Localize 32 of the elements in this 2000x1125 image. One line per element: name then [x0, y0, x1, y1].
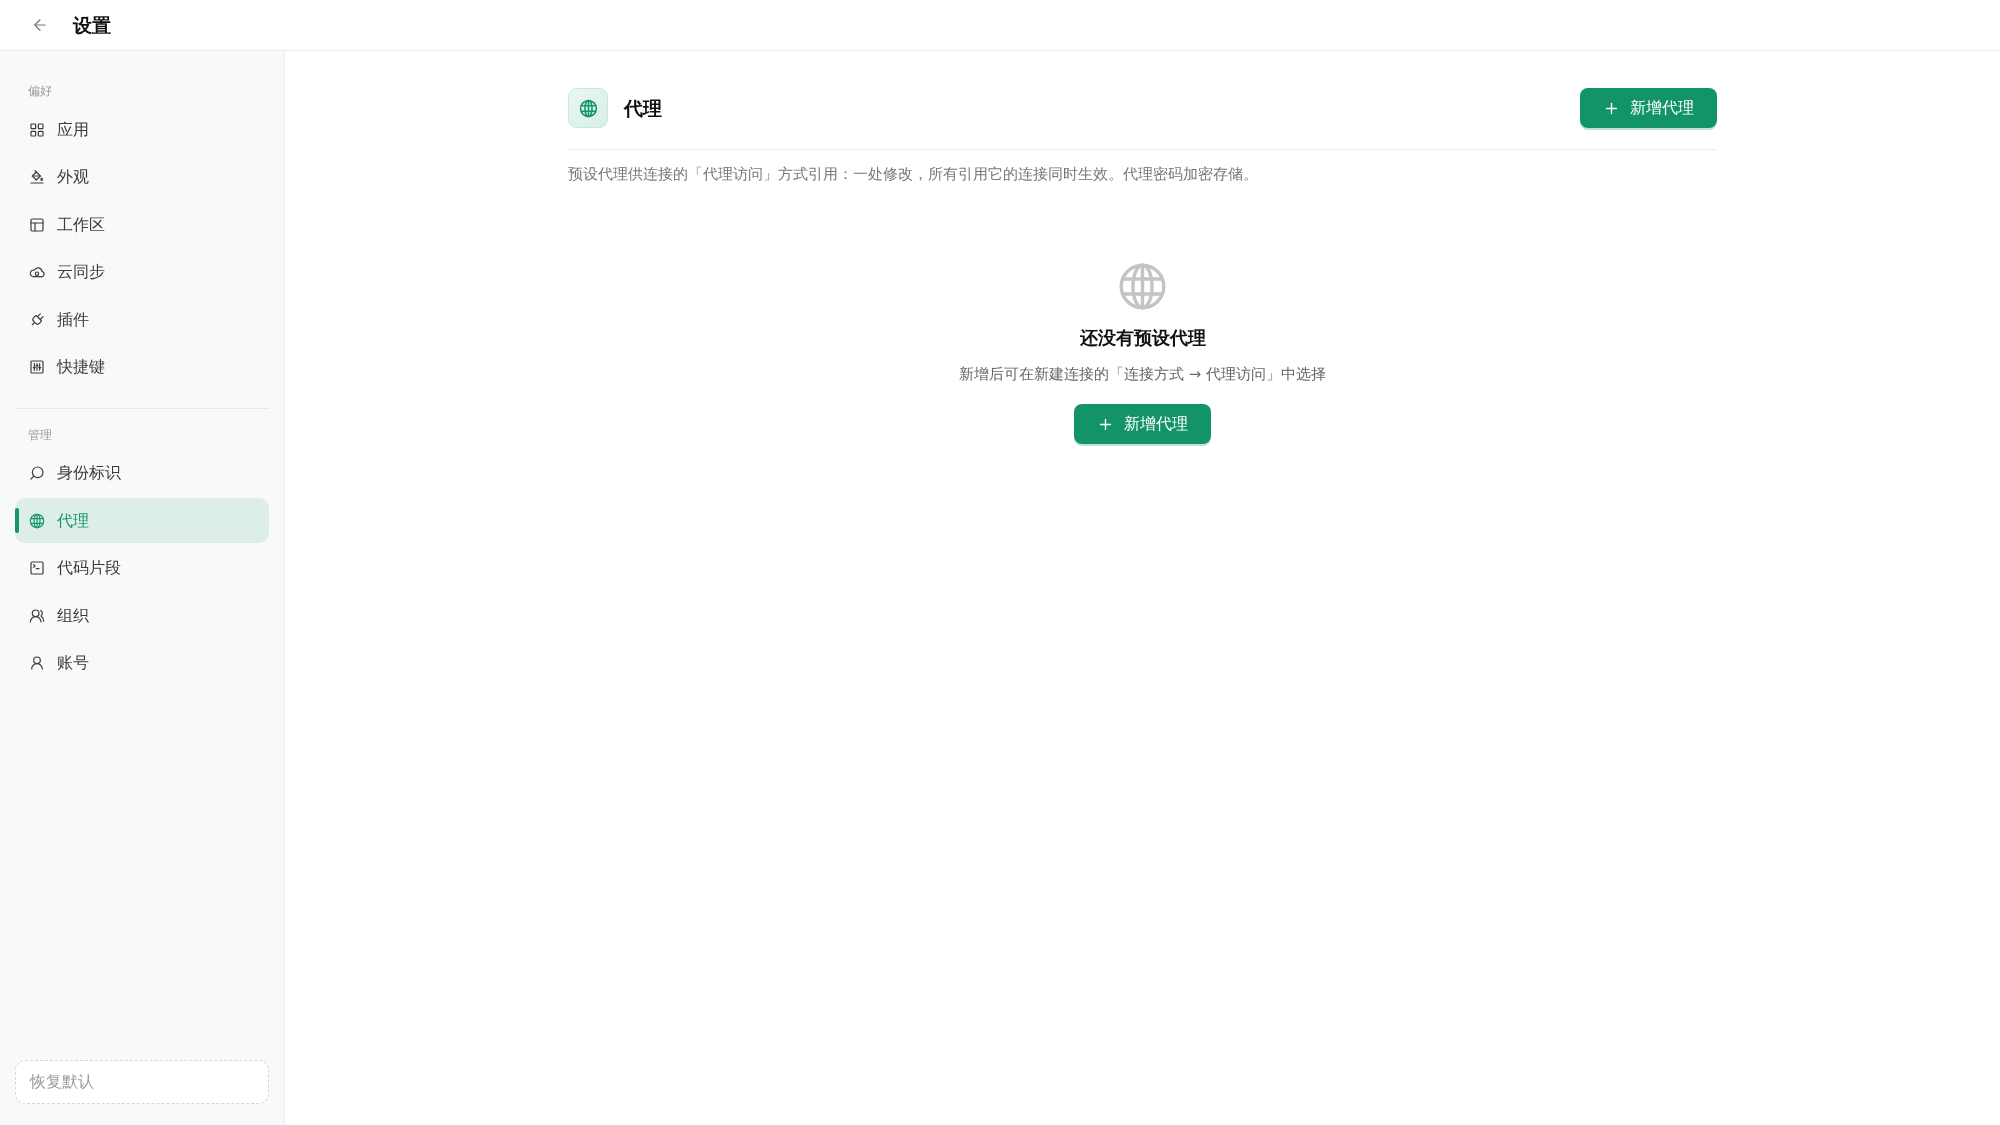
section-label: 偏好 — [27, 83, 53, 99]
people-icon — [29, 607, 45, 624]
globe-icon — [29, 512, 45, 529]
add-proxy-button[interactable]: 新增代理 — [1580, 88, 1717, 128]
page-description: 预设代理供连接的「代理访问」方式引用：一处修改，所有引用它的连接同时生效。代理密码加密存储。 — [568, 165, 1259, 184]
globe-icon — [1117, 261, 1168, 312]
sidebar-item[interactable]: 应用 — [15, 107, 269, 152]
sidebar-item[interactable]: 云同步 — [15, 249, 269, 295]
paint-bucket-icon — [29, 169, 45, 185]
globe-icon — [578, 98, 598, 118]
section-label: 管理 — [27, 426, 53, 443]
empty-state-hint: 新增后可在新建连接的「连接方式 → 代理访问」中选择 — [959, 365, 1326, 384]
magnifier-icon — [29, 465, 45, 481]
sidebar-item[interactable]: 账号 — [15, 640, 269, 686]
window-title: 设置 — [73, 12, 111, 38]
sidebar-item[interactable]: 工作区 — [15, 202, 269, 247]
page-title: 代理 — [624, 95, 662, 121]
sidebar-item[interactable]: 插件 — [15, 297, 269, 342]
sidebar-item[interactable]: 组织 — [15, 593, 269, 638]
grid-icon — [29, 121, 45, 138]
layout-icon — [29, 216, 45, 233]
sidebar-item[interactable]: 身份标识 — [15, 450, 269, 496]
add-proxy-button[interactable]: 新增代理 — [1074, 404, 1211, 444]
empty-state-title: 还没有预设代理 — [1079, 326, 1206, 350]
cloud-icon — [29, 264, 45, 280]
person-icon — [29, 655, 45, 671]
sidebar-item[interactable]: 代码片段 — [15, 545, 269, 591]
terminal-icon — [29, 560, 45, 576]
sidebar-item[interactable]: 快捷键 — [15, 344, 269, 390]
sliders-icon — [29, 359, 45, 375]
sidebar-item[interactable]: 外观 — [15, 154, 269, 200]
selection-bar — [15, 508, 19, 533]
